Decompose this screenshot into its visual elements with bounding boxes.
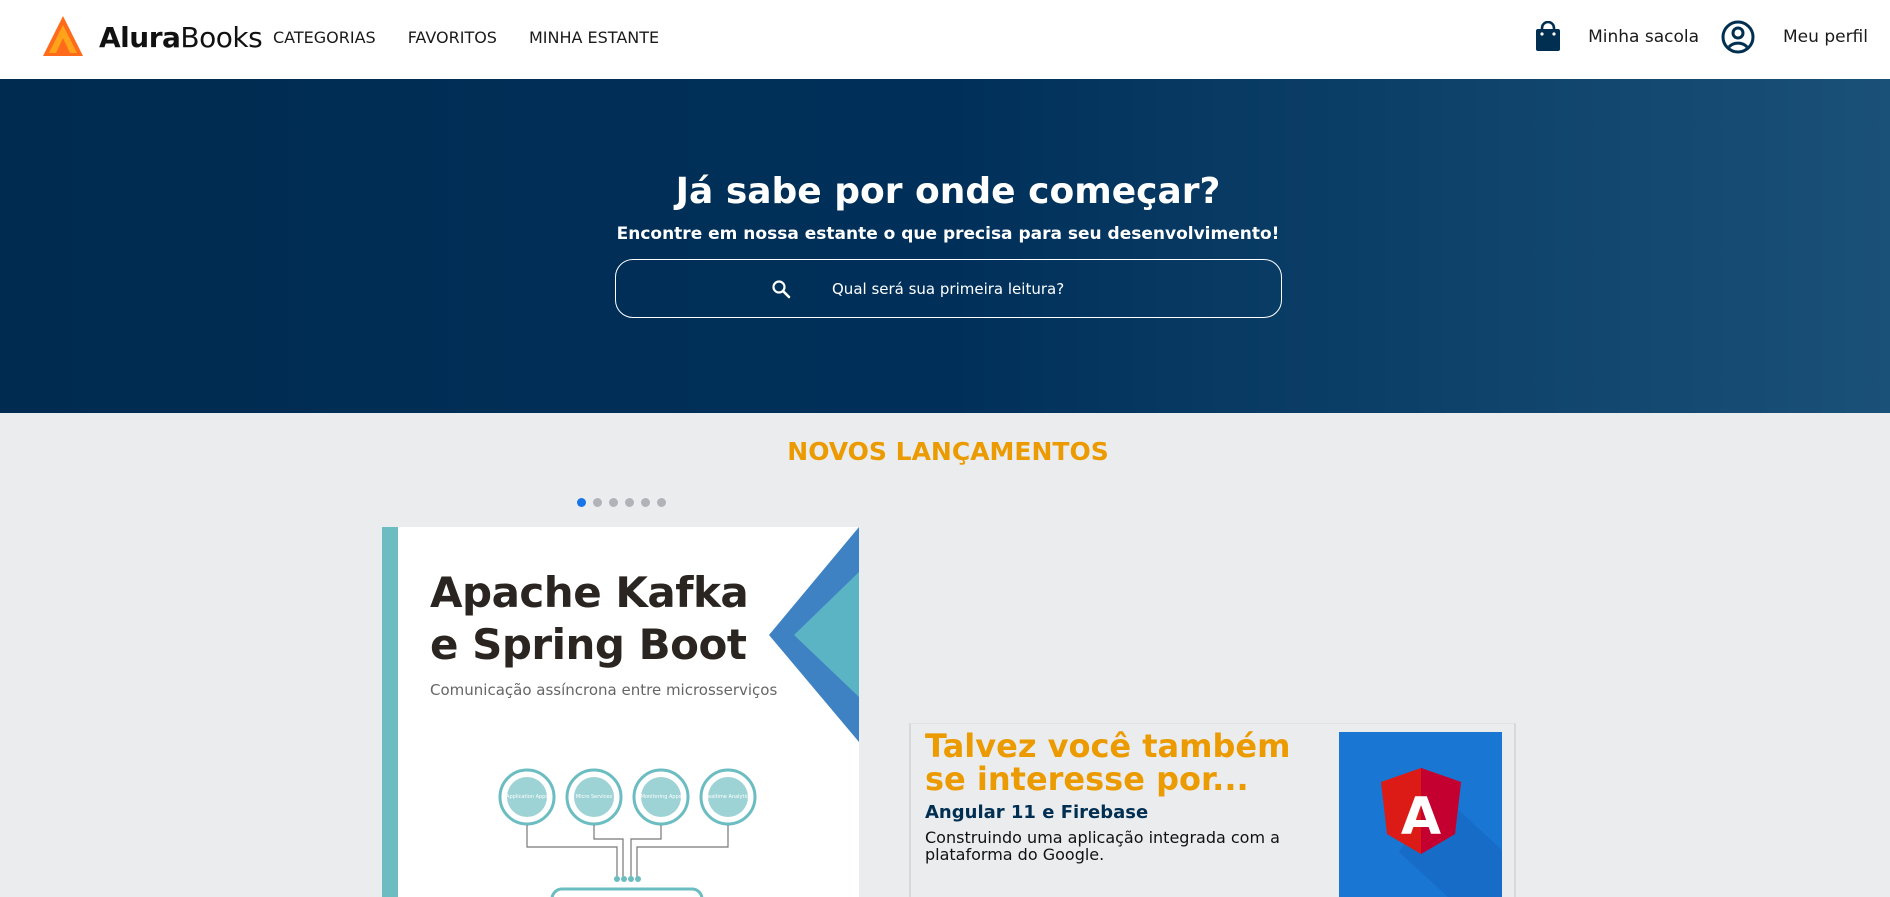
user-nav: Minha sacola Meu perfil	[1534, 0, 1868, 74]
carousel-dot-2[interactable]	[593, 498, 602, 507]
suggestion-card: Talvez você também se interesse por... A…	[909, 723, 1516, 897]
logo-text: AluraBooks	[99, 20, 263, 54]
book-cover-chevron-graphic	[769, 527, 859, 742]
bag-link[interactable]: Minha sacola	[1588, 27, 1699, 47]
shopping-bag-icon[interactable]	[1534, 21, 1562, 53]
nav-item-favoritos[interactable]: FAVORITOS	[408, 28, 497, 47]
nav-item-minha-estante[interactable]: MINHA ESTANTE	[529, 28, 659, 47]
carousel-dot-1[interactable]	[577, 498, 586, 507]
hero-banner: Já sabe por onde começar? Encontre em no…	[0, 79, 1890, 413]
book-cover-apache-kafka[interactable]: Apache Kafka e Spring Boot Comunicação a…	[382, 527, 859, 897]
logo[interactable]: AluraBooks	[43, 16, 263, 58]
svg-text:Micro Services: Micro Services	[576, 794, 613, 800]
hero-subtitle: Encontre em nossa estante o que precisa …	[616, 224, 1280, 244]
search-input[interactable]	[832, 260, 1252, 317]
carousel-dot-4[interactable]	[625, 498, 634, 507]
carousel-dots	[577, 498, 673, 507]
site-header: AluraBooks CATEGORIAS FAVORITOS MINHA ES…	[0, 0, 1890, 79]
carousel-dot-5[interactable]	[641, 498, 650, 507]
book-cover-title: Apache Kafka e Spring Boot	[430, 568, 749, 669]
suggestion-heading: Talvez você também se interesse por...	[925, 727, 1291, 798]
hero-title: Já sabe por onde começar?	[675, 171, 1221, 212]
section-title-novos-lancamentos: NOVOS LANÇAMENTOS	[787, 437, 1109, 466]
svg-text:A: A	[1401, 787, 1441, 847]
search-box[interactable]	[615, 259, 1282, 318]
svg-text:Monitoring Apps: Monitoring Apps	[641, 794, 682, 800]
main-nav: CATEGORIAS FAVORITOS MINHA ESTANTE	[273, 0, 691, 74]
svg-text:Application Apps: Application Apps	[506, 794, 548, 800]
book-cover-subtitle: Comunicação assíncrona entre microsservi…	[430, 681, 778, 699]
suggestion-book-description: Construindo uma aplicação integrada com …	[925, 828, 1280, 864]
book-cover-diagram: Application Apps Micro Services Monitori…	[498, 768, 757, 897]
search-icon	[771, 279, 791, 303]
suggestion-book-cover[interactable]: A	[1339, 732, 1502, 897]
svg-text:Realtime Analytics: Realtime Analytics	[705, 794, 752, 800]
profile-link[interactable]: Meu perfil	[1783, 27, 1868, 47]
nav-item-categorias[interactable]: CATEGORIAS	[273, 28, 376, 47]
carousel-dot-3[interactable]	[609, 498, 618, 507]
suggestion-book-title[interactable]: Angular 11 e Firebase	[925, 802, 1148, 823]
angular-logo-icon: A	[1381, 768, 1502, 897]
alurabooks-logo-icon	[43, 16, 83, 56]
book-spine	[382, 527, 398, 897]
user-circle-icon[interactable]	[1721, 20, 1755, 54]
carousel-dot-6[interactable]	[657, 498, 666, 507]
